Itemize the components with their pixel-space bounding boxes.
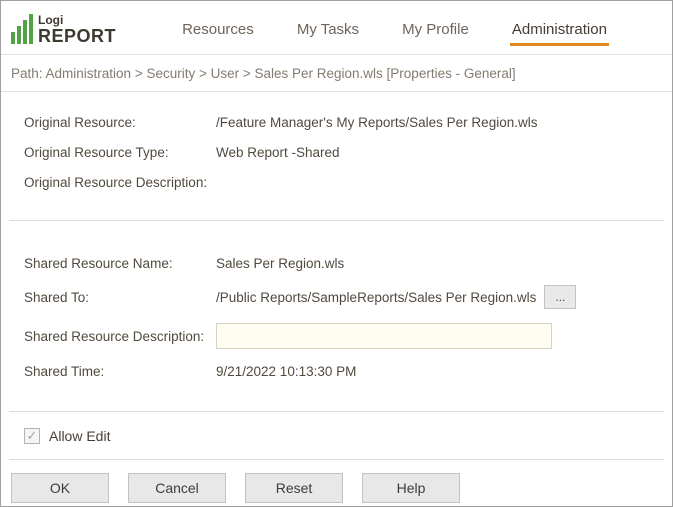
nav-item-resources[interactable]: Resources — [180, 13, 256, 46]
original-resource-row: Original Resource: /Feature Manager's My… — [24, 114, 662, 130]
shared-resource-section: Shared Resource Name: Sales Per Region.w… — [1, 255, 672, 379]
allow-edit-checkbox[interactable]: ✓ — [24, 428, 40, 444]
shared-resource-name-value: Sales Per Region.wls — [216, 255, 345, 271]
ok-button[interactable]: OK — [11, 473, 109, 503]
logi-report-logo: Logi REPORT — [11, 13, 141, 46]
browse-button[interactable]: ... — [544, 285, 577, 309]
logo-text-report: REPORT — [38, 25, 117, 46]
shared-to-row: Shared To: /Public Reports/SampleReports… — [24, 285, 662, 309]
cancel-button[interactable]: Cancel — [128, 473, 226, 503]
top-navbar: Logi REPORT Resources My Tasks My Profil… — [1, 1, 672, 55]
shared-time-row: Shared Time: 9/21/2022 10:13:30 PM — [24, 363, 662, 379]
breadcrumb: Path: Administration > Security > User >… — [1, 55, 672, 92]
original-resource-description-row: Original Resource Description: — [24, 174, 662, 190]
original-resource-value: /Feature Manager's My Reports/Sales Per … — [216, 114, 538, 130]
nav-item-my-profile[interactable]: My Profile — [400, 13, 471, 46]
shared-resource-description-row: Shared Resource Description: — [24, 323, 662, 349]
check-icon: ✓ — [26, 428, 38, 443]
nav-item-administration[interactable]: Administration — [509, 13, 609, 46]
allow-edit-label: Allow Edit — [49, 428, 111, 444]
nav-item-my-tasks[interactable]: My Tasks — [295, 13, 361, 46]
original-resource-type-value: Web Report -Shared — [216, 144, 340, 160]
action-button-row: OK Cancel Reset Help — [1, 460, 672, 503]
logo-bars-icon — [11, 13, 33, 46]
shared-resource-description-input[interactable] — [216, 323, 552, 349]
reset-button[interactable]: Reset — [245, 473, 343, 503]
main-nav: Resources My Tasks My Profile Administra… — [141, 13, 648, 46]
logo-text-logi: Logi — [38, 13, 64, 28]
original-resource-section: Original Resource: /Feature Manager's My… — [1, 114, 672, 190]
shared-to-label: Shared To: — [24, 289, 90, 305]
help-button[interactable]: Help — [362, 473, 460, 503]
shared-time-value: 9/21/2022 10:13:30 PM — [216, 363, 357, 379]
properties-page: Logi REPORT Resources My Tasks My Profil… — [0, 0, 673, 507]
shared-resource-name-label: Shared Resource Name: — [24, 255, 173, 271]
shared-resource-name-row: Shared Resource Name: Sales Per Region.w… — [24, 255, 662, 271]
shared-time-label: Shared Time: — [24, 363, 105, 379]
properties-form: Original Resource: /Feature Manager's My… — [1, 92, 672, 503]
original-resource-description-label: Original Resource Description: — [24, 174, 208, 190]
original-resource-label: Original Resource: — [24, 114, 136, 130]
original-resource-type-row: Original Resource Type: Web Report -Shar… — [24, 144, 662, 160]
allow-edit-row: ✓ Allow Edit — [1, 412, 672, 459]
section-divider — [9, 220, 664, 221]
shared-resource-description-label: Shared Resource Description: — [24, 328, 205, 344]
original-resource-type-label: Original Resource Type: — [24, 144, 169, 160]
shared-to-value: /Public Reports/SampleReports/Sales Per … — [216, 289, 537, 305]
